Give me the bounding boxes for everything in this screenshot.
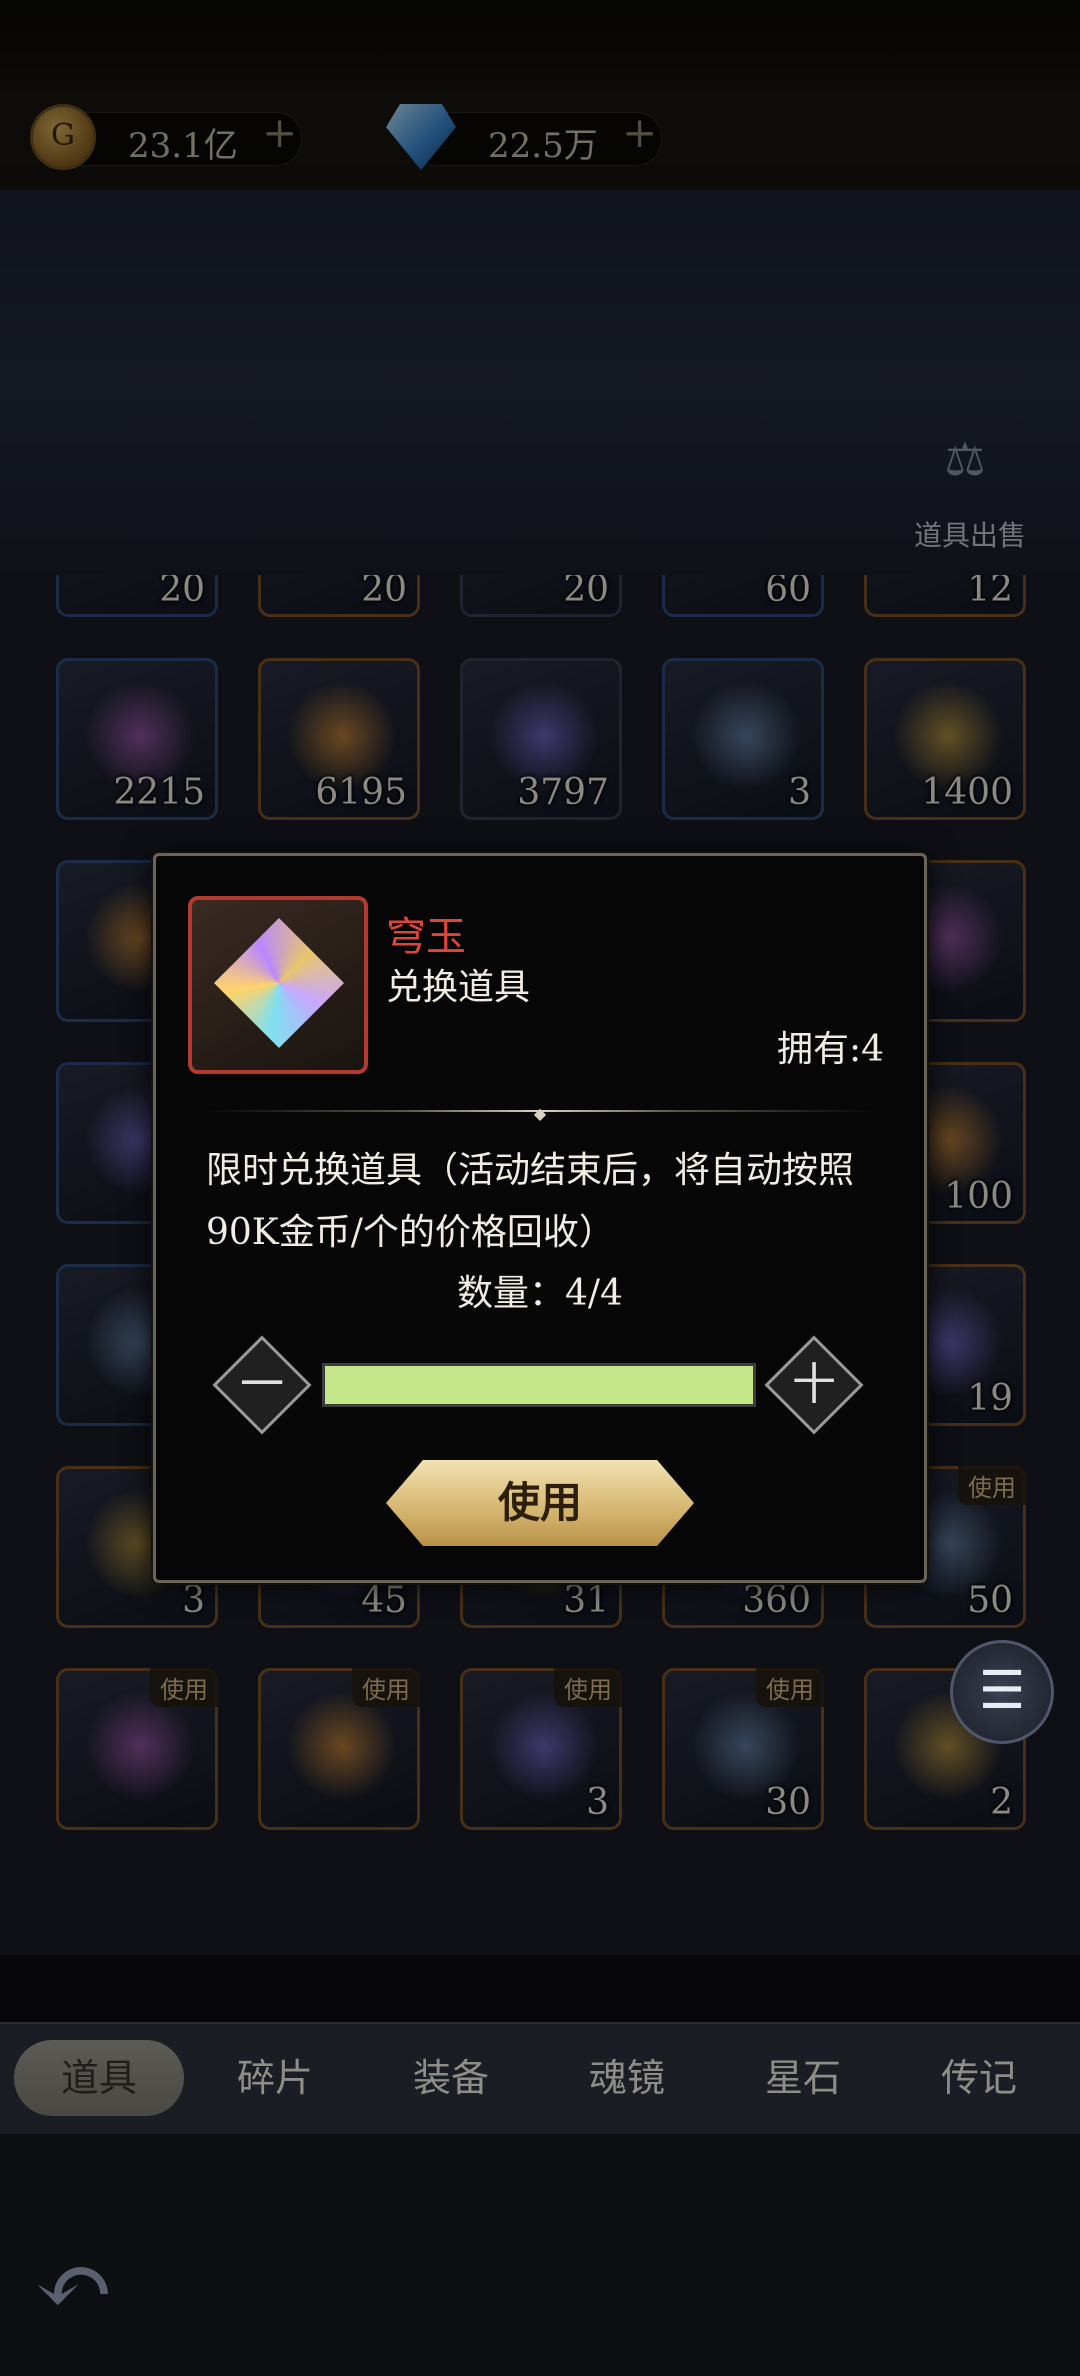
bottom-bar [0,2134,1080,2376]
chat-bubble-icon[interactable]: ☰ [950,1640,1054,1744]
owned-count: 拥有:4 [776,1029,884,1070]
back-arrow-icon[interactable]: ↶ [34,2230,134,2342]
quantity-label: 数量：4/4 [457,1273,623,1314]
tab-soul-mirror[interactable]: 魂镜 [542,2040,712,2116]
tab-fragments[interactable]: 碎片 [190,2040,360,2116]
item-description: 限时兑换道具（活动结束后，将自动按照90K金币/个的价格回收） [206,1150,855,1253]
tab-star-stone[interactable]: 星石 [718,2040,888,2116]
minus-icon: 一 [240,1359,284,1410]
tab-equipment[interactable]: 装备 [366,2040,536,2116]
item-name: 穹玉 [386,914,466,960]
quantity-slider-fill [325,1366,753,1404]
item-type: 兑换道具 [386,967,531,1008]
tab-items[interactable]: 道具 [14,2040,184,2116]
use-button[interactable]: 使用 [386,1460,694,1546]
divider-ornament-icon: ◆ [533,1104,547,1123]
tab-biography[interactable]: 传记 [894,2040,1064,2116]
plus-icon: 十 [792,1359,836,1410]
